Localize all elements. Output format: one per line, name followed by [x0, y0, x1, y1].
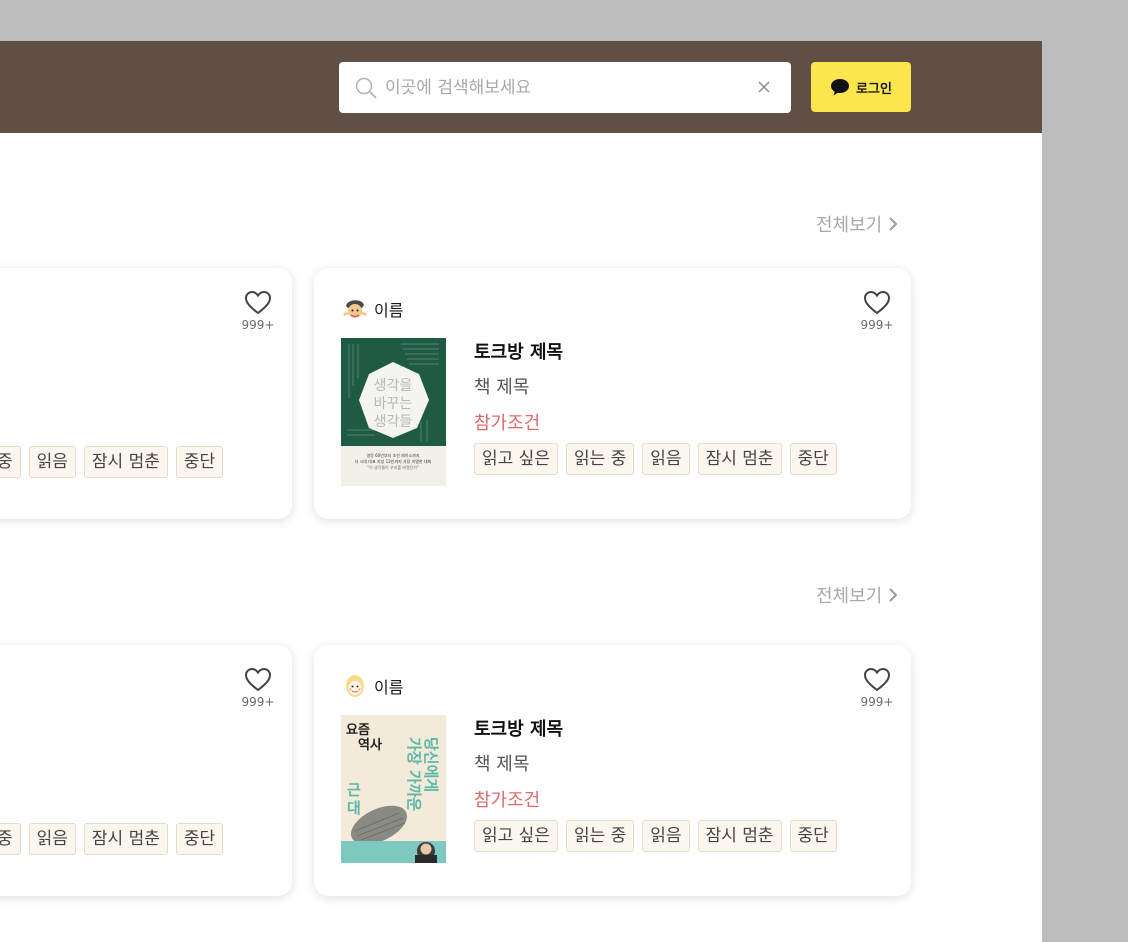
tag-paused[interactable]: 잠시 멈춘	[697, 820, 782, 852]
heart-icon	[244, 667, 272, 692]
tag-read[interactable]: 읽음	[28, 823, 76, 855]
like-button[interactable]: 999+	[240, 290, 276, 332]
cover-blurb-line: 더 시대 대표 지성 13인까지 가장 치열한 대화	[355, 458, 432, 464]
login-button[interactable]: 로그인	[811, 62, 911, 112]
like-button[interactable]: 999+	[859, 667, 895, 709]
owner-name: 이름	[374, 678, 404, 697]
cover-title-right: 가장 가까운	[405, 737, 423, 811]
tag-stopped[interactable]: 중단	[175, 823, 224, 855]
search-icon	[355, 77, 377, 99]
speech-bubble-icon	[831, 79, 850, 96]
book-cover[interactable]: 요즘 역사 근 대 당신에게 가장 가까운	[341, 715, 446, 863]
like-button[interactable]: 999+	[859, 290, 895, 332]
cover-title-line: 생각을	[374, 378, 413, 394]
talk-title: 토크방 제목	[474, 719, 564, 740]
tag-read[interactable]: 읽음	[642, 820, 690, 852]
status-tags: 중 읽음 잠시 멈춘 중단	[0, 446, 224, 478]
like-count: 999+	[860, 318, 894, 332]
character-avatar-icon	[342, 296, 368, 322]
like-count: 999+	[241, 318, 275, 332]
owner-name: 이름	[374, 301, 404, 320]
see-all-link[interactable]: 전체보기	[816, 211, 898, 237]
cover-title-top: 역사	[358, 737, 382, 753]
book-cover-image: 요즘 역사 근 대 당신에게 가장 가까운	[341, 715, 446, 863]
book-title: 책 제목	[474, 754, 530, 775]
heart-icon	[863, 667, 891, 692]
see-all-label: 전체보기	[816, 215, 883, 236]
talk-info: 토크방 제목 책 제목 참가조건 읽고 싶은 읽는 중 읽음 잠시 멈춘 중단	[474, 338, 837, 475]
avatar	[342, 673, 368, 699]
join-condition: 참가조건	[474, 790, 541, 811]
tag-want-to-read[interactable]: 읽고 싶은	[474, 443, 558, 475]
cover-title-side: 대	[347, 799, 361, 817]
cover-blurb-line: 영웅 60년부터 조선 레이소까지	[366, 452, 419, 458]
tag-paused[interactable]: 잠시 멈춘	[83, 446, 168, 478]
heart-icon	[863, 290, 891, 315]
status-tags: 읽고 싶은 읽는 중 읽음 잠시 멈춘 중단	[474, 820, 837, 852]
search-bar[interactable]	[339, 62, 791, 113]
cover-title-line: 생각들	[374, 414, 413, 430]
top-header: 로그인	[0, 41, 1042, 133]
see-all-link[interactable]: 전체보기	[816, 582, 898, 608]
tag-stopped[interactable]: 중단	[789, 820, 837, 852]
character-avatar-icon	[342, 673, 368, 699]
book-cover[interactable]: 생각을 바꾸는 생각들 영웅 60년부터 조선 레이소까지 더 시대 대표 지성…	[341, 338, 446, 486]
chevron-right-icon	[889, 588, 898, 602]
cover-title-line: 바꾸는	[374, 396, 413, 412]
tag-paused[interactable]: 잠시 멈춘	[697, 443, 782, 475]
like-button[interactable]: 999+	[240, 667, 276, 709]
tag-stopped[interactable]: 중단	[789, 443, 837, 475]
tag-read[interactable]: 읽음	[642, 443, 690, 475]
cover-title-right: 당신에게	[422, 737, 440, 792]
page: 로그인 전체보기 999+ 중 읽음 잠시 멈춘 중단	[0, 41, 1042, 942]
tag-reading[interactable]: 중	[0, 446, 21, 478]
talk-title: 토크방 제목	[474, 342, 564, 363]
talk-card[interactable]: 999+ 중 읽음 잠시 멈춘 중단	[0, 645, 292, 896]
tag-paused[interactable]: 잠시 멈춘	[83, 823, 168, 855]
book-cover-image: 생각을 바꾸는 생각들 영웅 60년부터 조선 레이소까지 더 시대 대표 지성…	[341, 338, 446, 486]
see-all-label: 전체보기	[816, 586, 883, 607]
avatar	[342, 296, 368, 322]
tag-read[interactable]: 읽음	[28, 446, 76, 478]
talk-card[interactable]: 999+ 중 읽음 잠시 멈춘 중단	[0, 268, 292, 519]
cover-title-side: 근	[347, 781, 361, 799]
cover-blurb-line: "이 생각들이 우리를 바꿨던가"	[367, 464, 419, 470]
tag-reading[interactable]: 읽는 중	[565, 443, 635, 475]
talk-card[interactable]: 이름 999+ 생각을 바꾸는 생각들 영웅 60년부터 조선 레이소까지 더 …	[314, 268, 911, 519]
tag-want-to-read[interactable]: 읽고 싶은	[474, 820, 558, 852]
heart-icon	[244, 290, 272, 315]
tag-reading[interactable]: 읽는 중	[565, 820, 635, 852]
tag-reading[interactable]: 중	[0, 823, 21, 855]
login-label: 로그인	[856, 80, 892, 96]
clear-icon[interactable]	[757, 80, 771, 94]
book-title: 책 제목	[474, 377, 530, 398]
talk-card[interactable]: 이름 999+ 요즘 역사 근 대 당신에게 가장 가까운 토크방 제목 책 제…	[314, 645, 911, 896]
cover-title-top: 요즘	[346, 723, 370, 738]
status-tags: 읽고 싶은 읽는 중 읽음 잠시 멈춘 중단	[474, 443, 837, 475]
status-tags: 중 읽음 잠시 멈춘 중단	[0, 823, 224, 855]
tag-stopped[interactable]: 중단	[175, 446, 224, 478]
talk-info: 토크방 제목 책 제목 참가조건 읽고 싶은 읽는 중 읽음 잠시 멈춘 중단	[474, 715, 837, 852]
join-condition: 참가조건	[474, 413, 541, 434]
like-count: 999+	[860, 695, 894, 709]
talk-owner: 이름	[342, 296, 403, 322]
search-input[interactable]	[385, 74, 745, 102]
talk-owner: 이름	[342, 673, 403, 699]
chevron-right-icon	[889, 217, 898, 231]
like-count: 999+	[241, 695, 275, 709]
